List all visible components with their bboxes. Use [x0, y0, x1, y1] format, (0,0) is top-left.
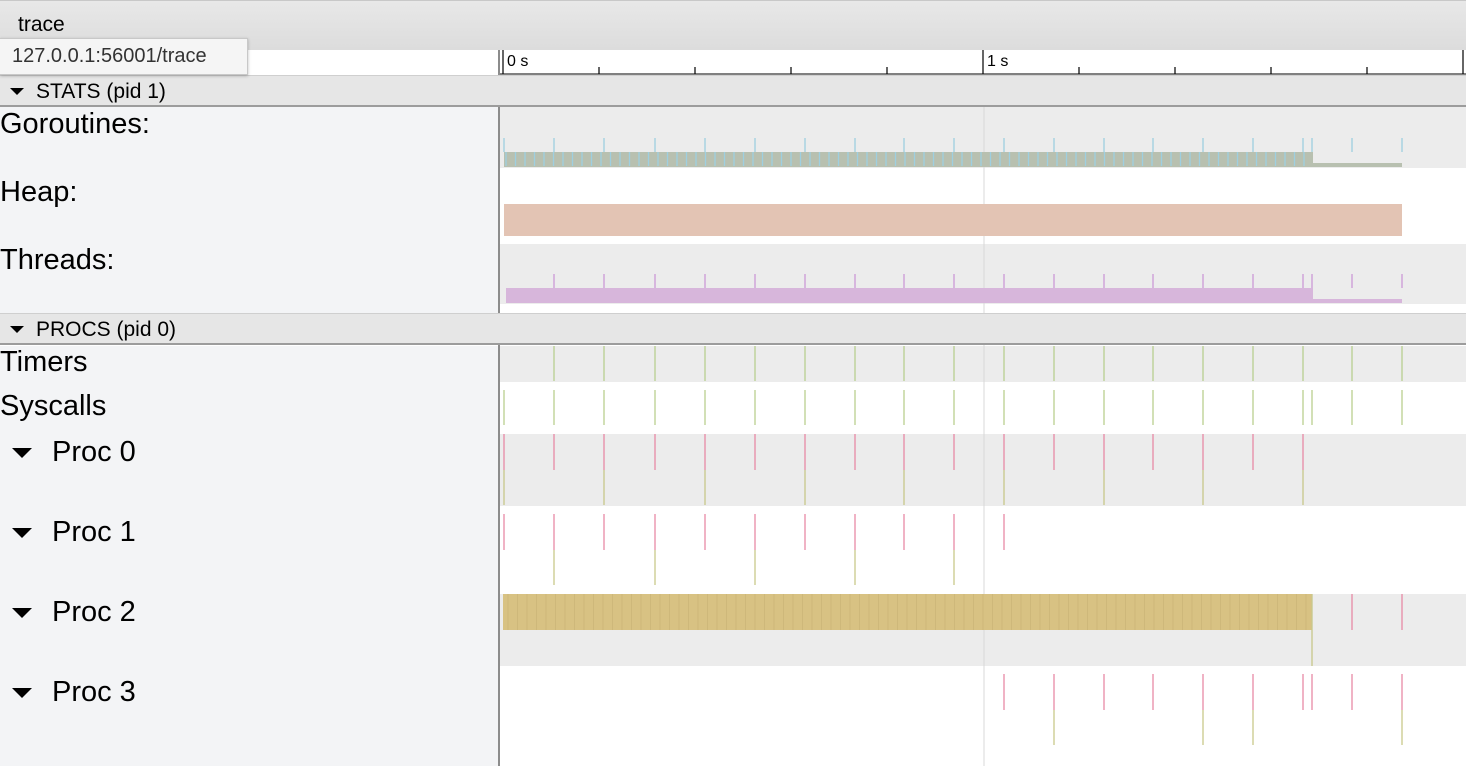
- proc-row-label-1[interactable]: Proc 1: [0, 516, 136, 549]
- track-row-bg: [500, 666, 1466, 766]
- ruler-label-1s: 1 s: [987, 53, 1008, 70]
- expand-triangle-icon[interactable]: [12, 448, 32, 459]
- track-label-goroutines: Goroutines:: [0, 108, 150, 140]
- url-tooltip-text: 127.0.0.1:56001/trace: [12, 45, 207, 67]
- threads-bar: [506, 288, 1313, 303]
- expand-triangle-icon[interactable]: [10, 326, 24, 333]
- proc-row-label-0[interactable]: Proc 0: [0, 436, 136, 469]
- track-label-syscalls: Syscalls: [0, 390, 107, 422]
- proc-row-label-2[interactable]: Proc 2: [0, 596, 136, 629]
- track-label-heap: Heap:: [0, 176, 78, 208]
- track-row-bg: [500, 382, 1466, 434]
- proc-label-text: Proc 3: [52, 676, 136, 708]
- proc-label-text: Proc 2: [52, 596, 136, 628]
- proc-row-label-3[interactable]: Proc 3: [0, 676, 136, 709]
- heap-bar: [504, 204, 1402, 236]
- trace-viewer: trace 127.0.0.1:56001/trace 0 s1 s STATS…: [0, 0, 1466, 766]
- goroutines-tail: [1313, 163, 1402, 167]
- expand-triangle-icon[interactable]: [12, 528, 32, 539]
- section-header-procs[interactable]: PROCS (pid 0): [0, 313, 1466, 345]
- proc2-running-bar: [503, 594, 1312, 630]
- section-title-stats: STATS (pid 1): [36, 80, 166, 103]
- proc-label-text: Proc 1: [52, 516, 136, 548]
- expand-triangle-icon[interactable]: [12, 608, 32, 619]
- goroutines-bar: [504, 152, 1313, 167]
- proc-label-text: Proc 0: [52, 436, 136, 468]
- track-row-bg: [500, 346, 1466, 382]
- track-row-bg: [500, 304, 1466, 313]
- timeline[interactable]: 0 s 1 s: [0, 0, 1466, 766]
- ruler-label-0s: 0 s: [507, 53, 528, 70]
- expand-triangle-icon[interactable]: [10, 88, 24, 95]
- threads-tail: [1313, 299, 1402, 303]
- section-title-procs: PROCS (pid 0): [36, 318, 177, 341]
- track-label-threads: Threads:: [0, 244, 115, 276]
- expand-triangle-icon[interactable]: [12, 688, 32, 699]
- track-label-timers: Timers: [0, 346, 88, 378]
- track-row-bg: [500, 506, 1466, 594]
- track-row-bg: [500, 434, 1466, 506]
- url-tooltip: 127.0.0.1:56001/trace: [0, 38, 248, 75]
- section-header-stats[interactable]: STATS (pid 1): [0, 75, 1466, 107]
